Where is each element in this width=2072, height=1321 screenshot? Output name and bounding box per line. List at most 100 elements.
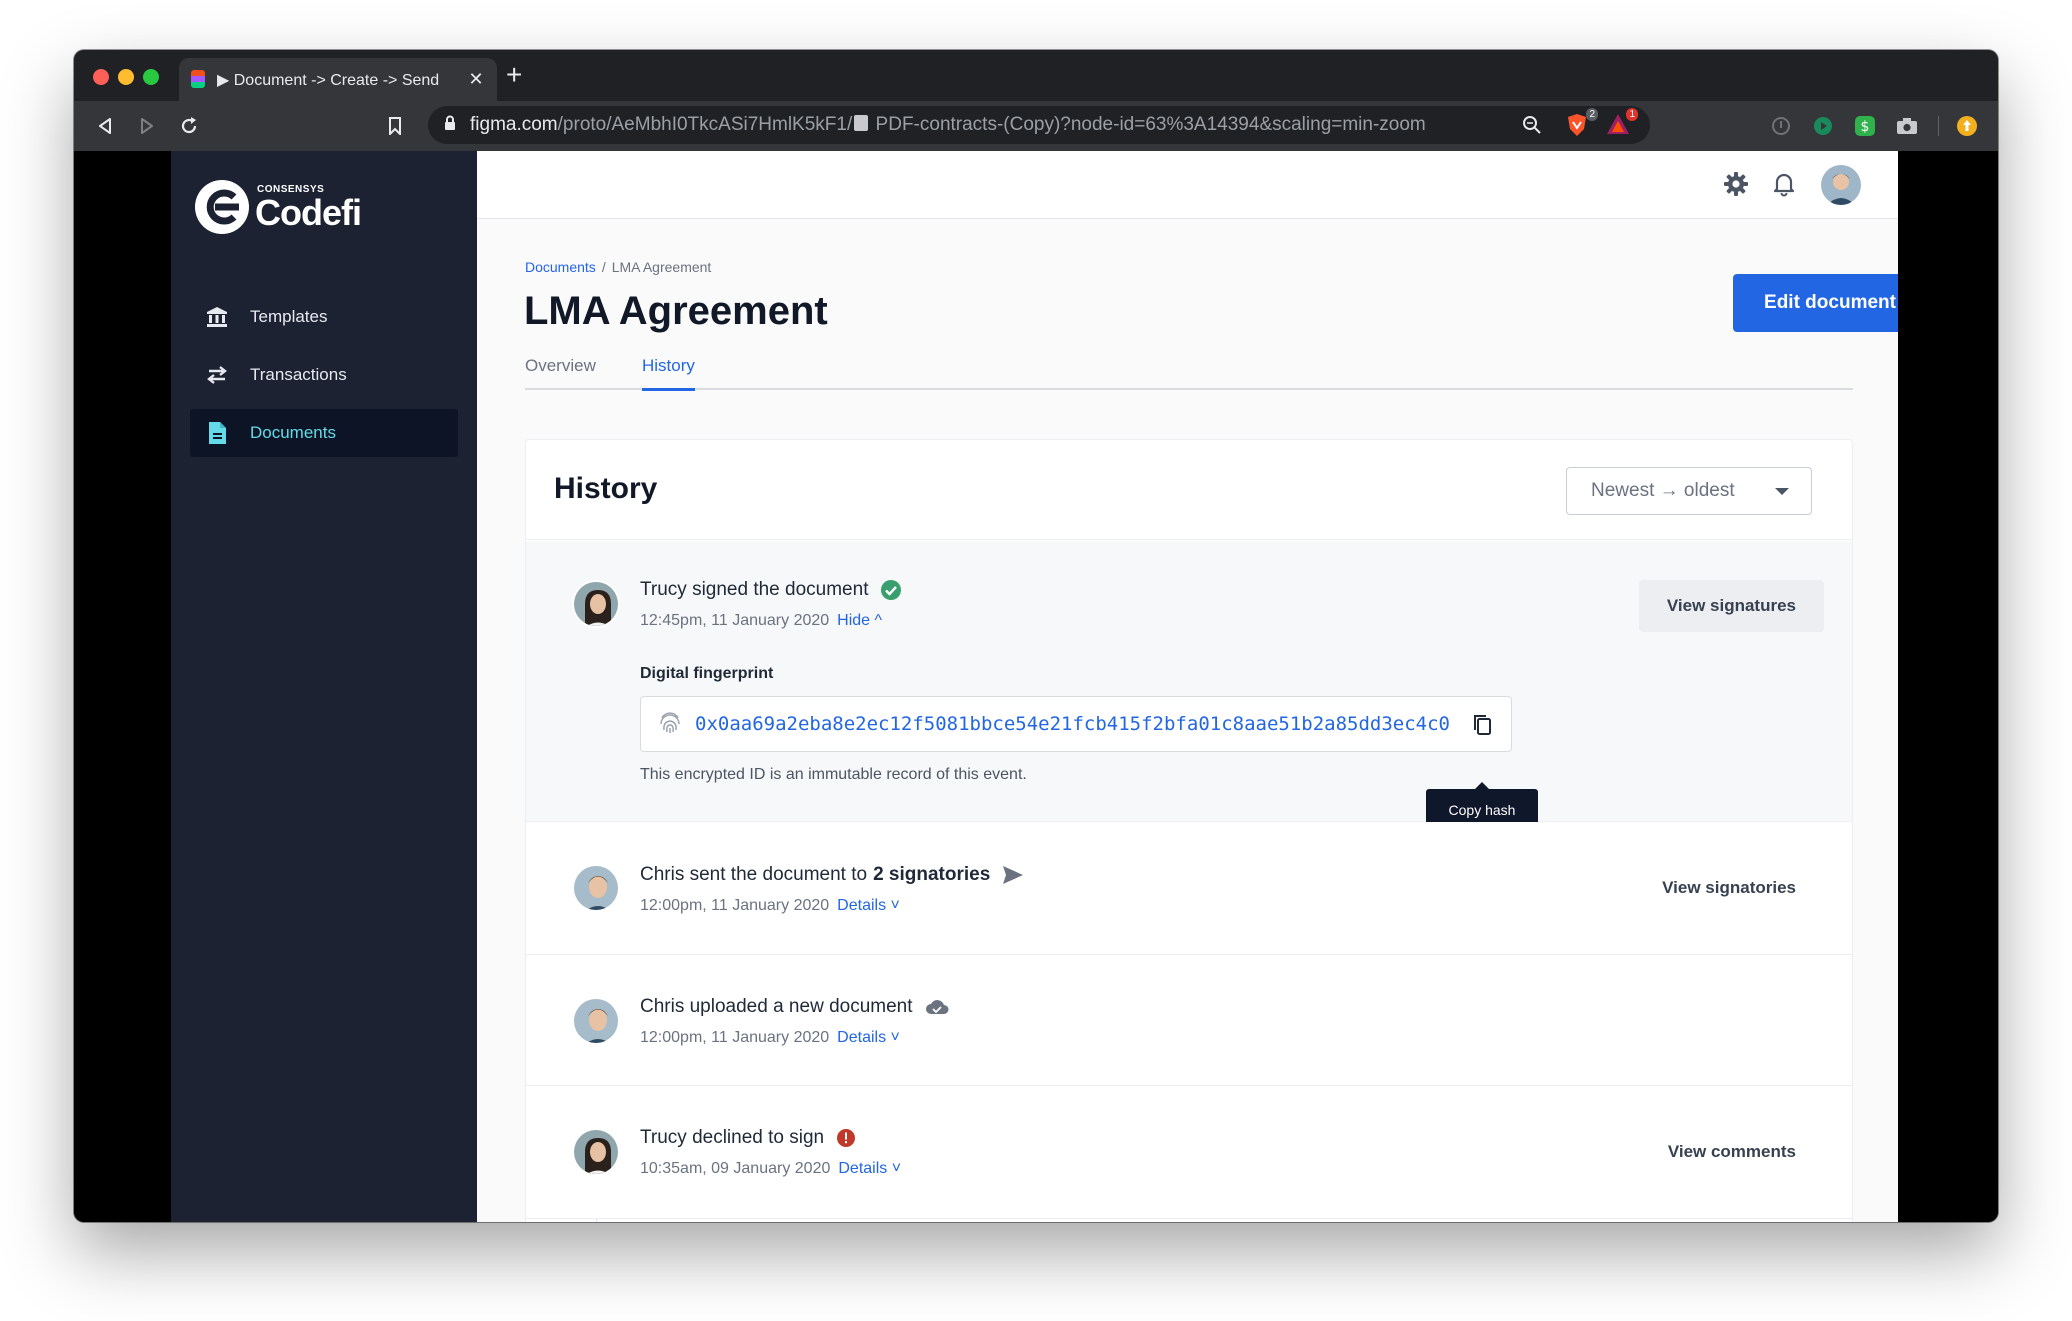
avatar-chris: [572, 997, 620, 1045]
send-icon: [1002, 865, 1024, 885]
sidebar-item-label: Templates: [250, 307, 328, 326]
sidebar-item-documents[interactable]: Documents: [190, 409, 458, 457]
logo-wordmark: CONSENSYS Codefi: [255, 184, 362, 233]
history-card: History Newest → oldest Trucy signed the…: [525, 439, 1853, 1222]
swap-arrows-icon: [204, 362, 230, 388]
page-tabs: Overview History: [525, 356, 1853, 391]
check-circle-icon: [880, 579, 902, 601]
maximize-window-button[interactable]: [143, 69, 159, 85]
gear-icon[interactable]: [1721, 169, 1751, 199]
shield-count-badge: 2: [1586, 108, 1598, 121]
breadcrumb-current: LMA Agreement: [611, 259, 712, 275]
event-time: 10:35am, 09 January 2020: [640, 1160, 831, 1177]
event-time: 12:00pm, 11 January 2020: [640, 897, 830, 914]
alert-circle-icon: [836, 1128, 856, 1148]
event-title: Trucy declined to sign: [640, 1127, 856, 1149]
history-event-sent: Chris sent the document to 2 signatories …: [526, 822, 1852, 955]
event-title-text: Chris uploaded a new document: [640, 996, 913, 1017]
event-title-text: Trucy signed the document: [640, 579, 869, 600]
play-extension-icon[interactable]: [1810, 113, 1836, 139]
tab-strip: ▶ Document -> Create -> Send ✕ +: [74, 50, 1998, 101]
event-title: Chris sent the document to 2 signatories: [640, 864, 1024, 886]
cloud-icon: [925, 998, 949, 1016]
figma-icon: [191, 69, 205, 90]
info-extension-icon[interactable]: [1768, 113, 1794, 139]
breadcrumb-separator: /: [601, 259, 606, 275]
toolbar-divider: [1938, 116, 1939, 136]
tab-history[interactable]: History: [642, 356, 695, 391]
browser-tab[interactable]: ▶ Document -> Create -> Send ✕: [179, 58, 497, 101]
camera-extension-icon[interactable]: [1894, 113, 1920, 139]
bank-icon: [204, 304, 230, 330]
svg-text:$: $: [1861, 119, 1870, 135]
fingerprint-hash[interactable]: 0x0aa69a2eba8e2ec12f5081bbce54e21fcb415f…: [695, 713, 1450, 735]
sidebar-item-transactions[interactable]: Transactions: [190, 351, 458, 399]
profile-update-icon[interactable]: [1954, 113, 1980, 139]
view-signatures-button[interactable]: View signatures: [1638, 580, 1824, 632]
page-file-icon: [854, 115, 869, 131]
sidebar: CONSENSYS Codefi Templates Transactions: [171, 151, 477, 1222]
bell-icon[interactable]: [1769, 169, 1799, 199]
breadcrumb-documents-link[interactable]: Documents: [525, 259, 596, 275]
codefi-logo-mark-icon: [195, 180, 249, 234]
brave-rewards-icon[interactable]: 1: [1606, 108, 1638, 140]
page-viewport: CONSENSYS Codefi Templates Transactions: [74, 151, 1998, 1222]
fingerprint-field: 0x0aa69a2eba8e2ec12f5081bbce54e21fcb415f…: [640, 696, 1512, 752]
breadcrumb: Documents / LMA Agreement: [525, 259, 711, 275]
history-event-declined: Trucy declined to sign 10:35am, 09 Janua…: [526, 1086, 1852, 1219]
fingerprint-note: This encrypted ID is an immutable record…: [640, 766, 1027, 783]
rewards-count-badge: 1: [1626, 108, 1638, 121]
event-title: Trucy signed the document: [640, 579, 902, 601]
event-title-text: Chris sent the document to: [640, 864, 868, 885]
document-icon: [204, 420, 230, 446]
codefi-logo[interactable]: CONSENSYS Codefi: [193, 178, 362, 236]
event-time: 12:00pm, 11 January 2020: [640, 1029, 830, 1046]
zoom-icon[interactable]: [1522, 115, 1542, 140]
close-window-button[interactable]: [93, 69, 109, 85]
sort-dropdown-value: Newest → oldest: [1591, 480, 1735, 501]
logo-codefi: Codefi: [255, 191, 362, 233]
edit-document-button[interactable]: Edit document: [1733, 274, 1898, 332]
event-meta: 10:35am, 09 January 2020 Details ˅: [640, 1160, 901, 1178]
signatories-count: 2 signatories: [873, 864, 991, 885]
event-title: Chris uploaded a new document: [640, 996, 949, 1018]
dollar-extension-icon[interactable]: $: [1852, 113, 1878, 139]
sidebar-item-templates[interactable]: Templates: [190, 293, 458, 341]
event-meta: 12:00pm, 11 January 2020 Details ˅: [640, 897, 900, 915]
tab-title: ▶ Document -> Create -> Send: [217, 71, 440, 89]
main-content: Documents / LMA Agreement LMA Agreement Ed…: [477, 151, 1898, 1222]
copy-icon[interactable]: [1471, 713, 1493, 737]
details-link[interactable]: Details ˅: [838, 1160, 901, 1177]
details-link[interactable]: Details ˅: [837, 897, 900, 914]
new-tab-button[interactable]: +: [506, 61, 522, 89]
brave-shield-icon[interactable]: 2: [1566, 108, 1598, 142]
tab-overview[interactable]: Overview: [525, 356, 596, 390]
event-meta: 12:00pm, 11 January 2020 Details ˅: [640, 1029, 900, 1047]
sidebar-nav: Templates Transactions Documents: [190, 293, 458, 467]
chevron-down-icon: [1775, 488, 1789, 495]
back-icon[interactable]: [92, 113, 118, 139]
history-event-uploaded: Chris uploaded a new document 12:00pm, 1…: [526, 955, 1852, 1086]
top-bar: [477, 151, 1898, 219]
browser-window: ▶ Document -> Create -> Send ✕ + figma.c…: [74, 50, 1998, 1222]
hide-details-link[interactable]: Hide ^: [837, 612, 882, 629]
bookmark-icon[interactable]: [382, 113, 408, 139]
fingerprint-icon: [659, 710, 681, 739]
user-avatar[interactable]: [1821, 165, 1861, 205]
event-title-text: Trucy declined to sign: [640, 1127, 825, 1148]
address-bar[interactable]: figma.com/proto/AeMbhI0TkcASi7HmlK5kF1/ …: [428, 106, 1650, 144]
avatar-trucy: [572, 580, 620, 628]
sort-dropdown[interactable]: Newest → oldest: [1566, 467, 1812, 515]
view-signatories-button[interactable]: View signatories: [1634, 862, 1824, 914]
event-meta: 12:45pm, 11 January 2020 Hide ^: [640, 612, 882, 630]
minimize-window-button[interactable]: [118, 69, 134, 85]
event-time: 12:45pm, 11 January 2020: [640, 612, 830, 629]
close-tab-icon[interactable]: ✕: [467, 69, 485, 90]
fingerprint-label: Digital fingerprint: [640, 665, 774, 682]
details-link[interactable]: Details ˅: [837, 1029, 900, 1046]
page-title: LMA Agreement: [524, 289, 828, 333]
reload-icon[interactable]: [176, 113, 202, 139]
view-comments-button[interactable]: View comments: [1640, 1126, 1824, 1178]
forward-icon[interactable]: [134, 113, 160, 139]
url-text: figma.com/proto/AeMbhI0TkcASi7HmlK5kF1/ …: [470, 114, 1426, 135]
